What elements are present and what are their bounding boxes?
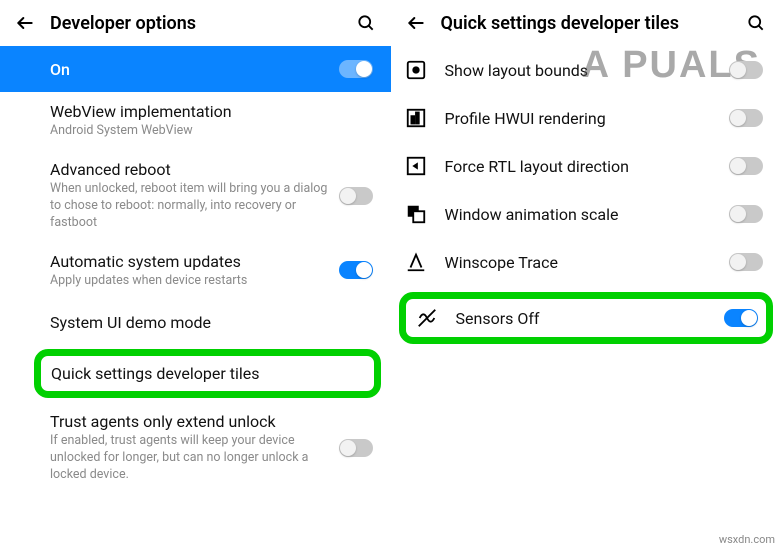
advanced-reboot-row[interactable]: Advanced reboot When unlocked, reboot it…: [0, 150, 391, 242]
layout-bounds-row[interactable]: Show layout bounds: [391, 46, 781, 94]
auto-updates-toggle[interactable]: [339, 261, 373, 279]
winscope-label: Winscope Trace: [445, 253, 714, 272]
winanim-icon: [403, 201, 429, 227]
demo-mode-title: System UI demo mode: [50, 313, 363, 332]
rtl-toggle[interactable]: [729, 157, 763, 175]
winanim-label: Window animation scale: [445, 205, 714, 224]
hwui-row[interactable]: Profile HWUI rendering: [391, 94, 781, 142]
back-icon[interactable]: [405, 12, 427, 34]
developer-options-screen: Developer options On WebView implementat…: [0, 0, 391, 550]
winanim-row[interactable]: Window animation scale: [391, 190, 781, 238]
winscope-icon: [403, 249, 429, 275]
auto-updates-title: Automatic system updates: [50, 252, 329, 271]
source-watermark: wsxdn.com: [719, 533, 775, 546]
winscope-toggle[interactable]: [729, 253, 763, 271]
webview-title: WebView implementation: [50, 102, 363, 121]
advanced-reboot-toggle[interactable]: [339, 187, 373, 205]
advanced-reboot-title: Advanced reboot: [50, 160, 329, 179]
sensors-off-highlight: Sensors Off: [399, 292, 774, 344]
search-icon[interactable]: [745, 12, 767, 34]
trust-agents-sub: If enabled, trust agents will keep your …: [50, 433, 329, 484]
header-bar: Developer options: [0, 0, 391, 46]
auto-updates-sub: Apply updates when device restarts: [50, 273, 329, 290]
trust-agents-row[interactable]: Trust agents only extend unlock If enabl…: [0, 402, 391, 494]
layout-bounds-toggle[interactable]: [729, 61, 763, 79]
winscope-row[interactable]: Winscope Trace: [391, 238, 781, 286]
rtl-label: Force RTL layout direction: [445, 157, 714, 176]
sensors-off-icon: [414, 305, 440, 331]
winanim-toggle[interactable]: [729, 205, 763, 223]
page-title: Quick settings developer tiles: [441, 13, 732, 34]
header-bar: Quick settings developer tiles: [391, 0, 781, 46]
quick-settings-tiles-title[interactable]: Quick settings developer tiles: [51, 364, 364, 383]
rtl-row[interactable]: Force RTL layout direction: [391, 142, 781, 190]
hwui-toggle[interactable]: [729, 109, 763, 127]
layout-bounds-label: Show layout bounds: [445, 61, 714, 80]
advanced-reboot-sub: When unlocked, reboot item will bring yo…: [50, 181, 329, 232]
auto-updates-row[interactable]: Automatic system updates Apply updates w…: [0, 242, 391, 300]
sensors-off-toggle[interactable]: [724, 309, 758, 327]
hwui-icon: [403, 105, 429, 131]
sensors-off-label: Sensors Off: [456, 309, 709, 328]
webview-row[interactable]: WebView implementation Android System We…: [0, 92, 391, 150]
rtl-icon: [403, 153, 429, 179]
hwui-label: Profile HWUI rendering: [445, 109, 714, 128]
back-icon[interactable]: [14, 12, 36, 34]
quick-settings-tiles-highlight: Quick settings developer tiles: [34, 349, 381, 398]
trust-agents-toggle[interactable]: [339, 439, 373, 457]
master-toggle-row[interactable]: On: [0, 46, 391, 92]
webview-sub: Android System WebView: [50, 123, 363, 140]
layout-bounds-icon: [403, 57, 429, 83]
quick-settings-tiles-screen: A PUALS Quick settings developer tiles S…: [391, 0, 781, 550]
master-toggle-label: On: [50, 60, 329, 79]
search-icon[interactable]: [355, 12, 377, 34]
master-toggle[interactable]: [339, 60, 373, 78]
demo-mode-row[interactable]: System UI demo mode: [0, 299, 391, 345]
trust-agents-title: Trust agents only extend unlock: [50, 412, 329, 431]
page-title: Developer options: [50, 13, 341, 34]
